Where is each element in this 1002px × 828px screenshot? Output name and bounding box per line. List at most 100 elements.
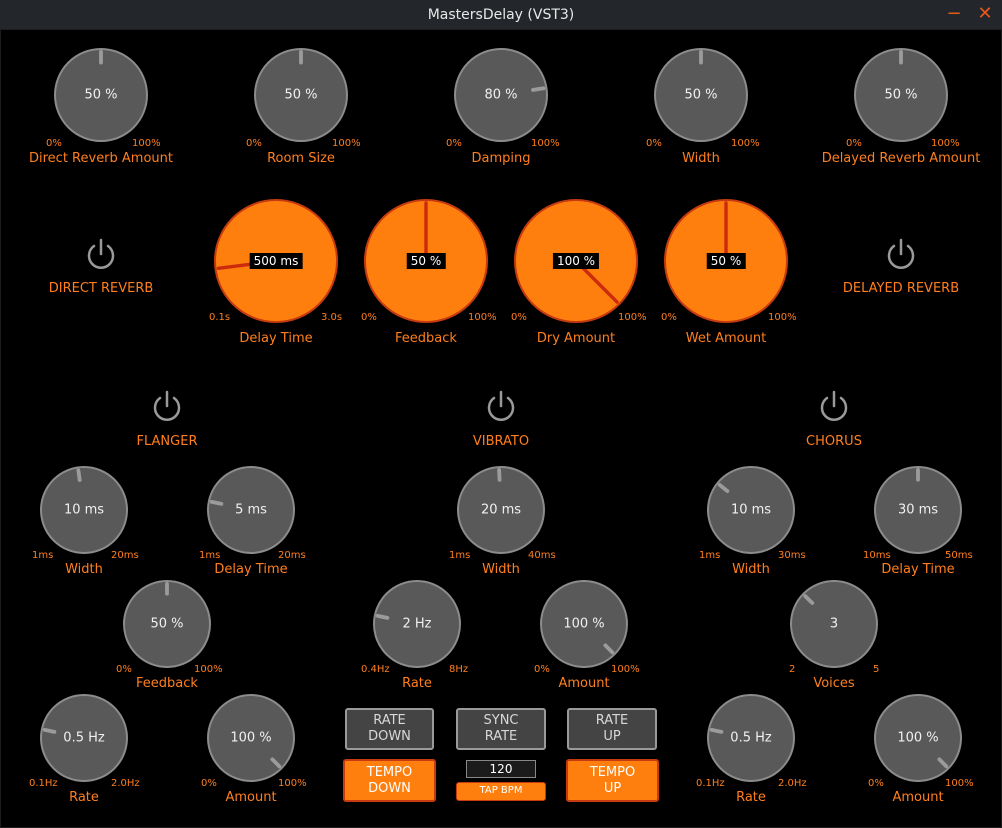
knob-value: 50 % bbox=[150, 616, 184, 632]
tempo-up-button[interactable]: TEMPO UP bbox=[566, 759, 659, 802]
delayed-reverb-amount-dial[interactable]: 50 % bbox=[854, 48, 948, 142]
knob-label: Room Size bbox=[267, 151, 335, 166]
range-max-label: 5 bbox=[873, 664, 880, 675]
knob-label: Direct Reverb Amount bbox=[28, 151, 174, 166]
flanger-feedback-dial[interactable]: 50 % bbox=[123, 580, 211, 668]
delayed-reverb-power-icon[interactable] bbox=[882, 236, 920, 274]
range-min-label: 1ms bbox=[199, 550, 221, 561]
knob-label: Width bbox=[482, 562, 520, 577]
sync-rate-label: SYNC RATE bbox=[483, 713, 519, 744]
knob-value: 50 % bbox=[684, 87, 718, 103]
knob-value: 80 % bbox=[484, 87, 518, 103]
vibrato-label: VIBRATO bbox=[472, 434, 530, 449]
rate-up-button[interactable]: RATE UP bbox=[567, 708, 657, 750]
range-min-label: 1ms bbox=[449, 550, 471, 561]
damping-dial[interactable]: 80 % bbox=[454, 48, 548, 142]
range-min-label: 0% bbox=[246, 138, 262, 149]
range-min-label: 0.1s bbox=[209, 312, 231, 323]
range-max-label: 100% bbox=[194, 664, 223, 675]
range-max-label: 2.0Hz bbox=[778, 778, 807, 789]
range-max-label: 20ms bbox=[278, 550, 306, 561]
knob-label: Feedback bbox=[395, 331, 457, 346]
knob-value: 100 % bbox=[230, 730, 272, 746]
flanger-power-icon[interactable] bbox=[148, 388, 186, 426]
range-min-label: 0% bbox=[46, 138, 62, 149]
knob-value: 3 bbox=[829, 616, 839, 632]
chorus-rate-dial[interactable]: 0.5 Hz bbox=[707, 694, 795, 782]
range-max-label: 100% bbox=[945, 778, 974, 789]
knob-value: 5 ms bbox=[235, 502, 267, 518]
wet-amount-dial[interactable]: 50 % bbox=[664, 199, 788, 323]
bpm-field[interactable]: 120 bbox=[466, 760, 536, 778]
knob-value: 30 ms bbox=[897, 502, 939, 518]
knob-label: Wet Amount bbox=[685, 331, 767, 346]
knob-label: Amount bbox=[558, 676, 610, 691]
knob-label: Rate bbox=[736, 790, 766, 805]
feedback-dial[interactable]: 50 % bbox=[364, 199, 488, 323]
chorus-voices-dial[interactable]: 3 bbox=[790, 580, 878, 668]
knob-label: Delay Time bbox=[214, 562, 288, 577]
room-size-dial[interactable]: 50 % bbox=[254, 48, 348, 142]
chorus-label: CHORUS bbox=[806, 434, 862, 449]
range-max-label: 3.0s bbox=[321, 312, 343, 323]
tap-bpm-button[interactable]: TAP BPM bbox=[456, 782, 546, 801]
knob-value: 500 ms bbox=[249, 253, 303, 269]
range-max-label: 100% bbox=[618, 312, 647, 323]
tempo-down-label: TEMPO DOWN bbox=[366, 764, 413, 796]
flanger-delay-time-dial[interactable]: 5 ms bbox=[207, 466, 295, 554]
knob-value: 100 % bbox=[897, 730, 939, 746]
flanger-width-dial[interactable]: 10 ms bbox=[40, 466, 128, 554]
range-min-label: 0% bbox=[646, 138, 662, 149]
knob-label: Rate bbox=[69, 790, 99, 805]
knob-label: Delay Time bbox=[881, 562, 955, 577]
range-min-label: 2 bbox=[789, 664, 796, 675]
rate-down-label: RATE DOWN bbox=[368, 713, 411, 744]
vibrato-width-dial[interactable]: 20 ms bbox=[457, 466, 545, 554]
knob-value: 10 ms bbox=[63, 502, 105, 518]
rate-down-button[interactable]: RATE DOWN bbox=[345, 708, 434, 750]
range-max-label: 100% bbox=[278, 778, 307, 789]
tempo-down-button[interactable]: TEMPO DOWN bbox=[343, 759, 436, 802]
direct-reverb-power-icon[interactable] bbox=[82, 236, 120, 274]
sync-rate-button[interactable]: SYNC RATE bbox=[456, 708, 546, 750]
knob-label: Voices bbox=[813, 676, 855, 691]
knob-label: Width bbox=[65, 562, 103, 577]
minimize-button[interactable]: − bbox=[943, 3, 965, 25]
chorus-width-dial[interactable]: 10 ms bbox=[707, 466, 795, 554]
knob-pointer bbox=[937, 757, 949, 769]
range-min-label: 0.1Hz bbox=[696, 778, 725, 789]
knob-value: 50 % bbox=[84, 87, 118, 103]
knob-label: Dry Amount bbox=[536, 331, 616, 346]
range-max-label: 20ms bbox=[111, 550, 139, 561]
direct-reverb-amount-dial[interactable]: 50 % bbox=[54, 48, 148, 142]
range-min-label: 0% bbox=[846, 138, 862, 149]
range-min-label: 0.1Hz bbox=[29, 778, 58, 789]
range-max-label: 40ms bbox=[528, 550, 556, 561]
flanger-rate-dial[interactable]: 0.5 Hz bbox=[40, 694, 128, 782]
flanger-amount-dial[interactable]: 100 % bbox=[207, 694, 295, 782]
range-min-label: 0% bbox=[446, 138, 462, 149]
rate-up-label: RATE UP bbox=[595, 713, 629, 744]
knob-pointer bbox=[717, 483, 730, 494]
close-button[interactable]: ✕ bbox=[974, 3, 996, 25]
knob-label: Delayed Reverb Amount bbox=[821, 151, 981, 166]
knob-label: Rate bbox=[402, 676, 432, 691]
range-max-label: 100% bbox=[531, 138, 560, 149]
knob-label: Amount bbox=[225, 790, 277, 805]
chorus-power-icon[interactable] bbox=[815, 388, 853, 426]
range-min-label: 0% bbox=[534, 664, 550, 675]
vibrato-power-icon[interactable] bbox=[482, 388, 520, 426]
range-min-label: 0% bbox=[116, 664, 132, 675]
vibrato-amount-dial[interactable]: 100 % bbox=[540, 580, 628, 668]
vibrato-rate-dial[interactable]: 2 Hz bbox=[373, 580, 461, 668]
chorus-amount-dial[interactable]: 100 % bbox=[874, 694, 962, 782]
range-min-label: 0% bbox=[201, 778, 217, 789]
delay-time-dial[interactable]: 500 ms bbox=[214, 199, 338, 323]
chorus-delay-time-dial[interactable]: 30 ms bbox=[874, 466, 962, 554]
knob-value: 100 % bbox=[552, 253, 600, 269]
knob-label: Feedback bbox=[136, 676, 198, 691]
knob-value: 50 % bbox=[406, 253, 446, 269]
dry-amount-dial[interactable]: 100 % bbox=[514, 199, 638, 323]
window-title: MastersDelay (VST3) bbox=[427, 7, 575, 23]
width-dial[interactable]: 50 % bbox=[654, 48, 748, 142]
